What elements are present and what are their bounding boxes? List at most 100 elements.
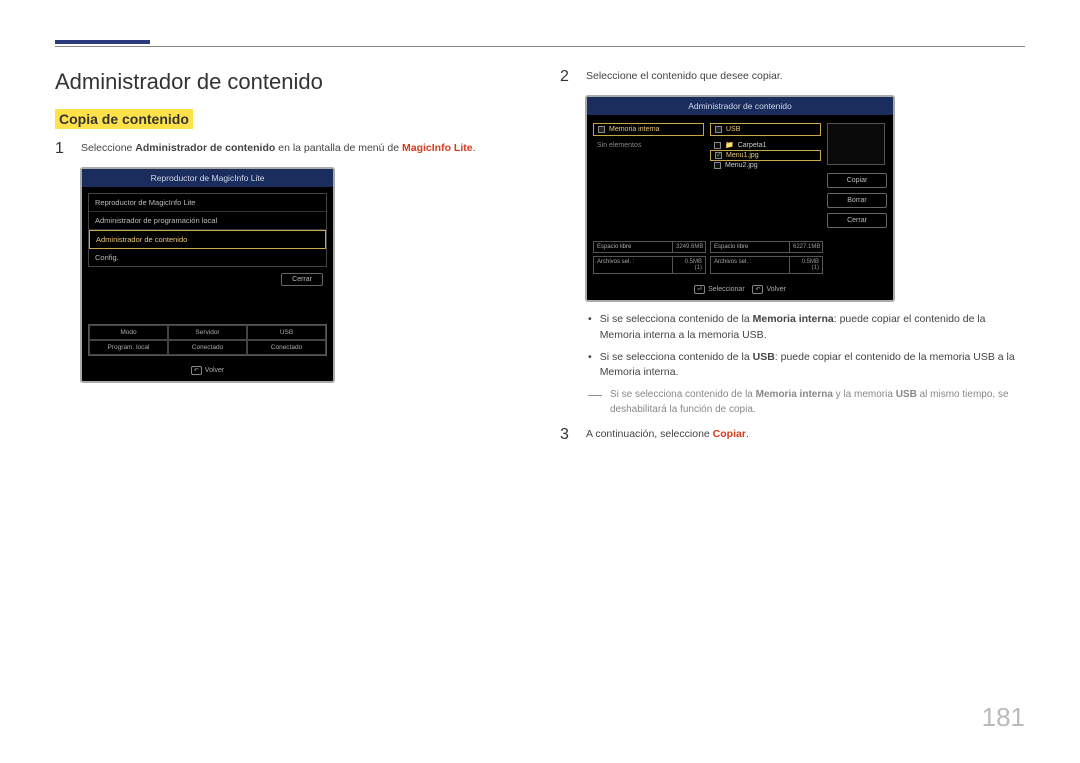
fs-label: Espacio libre <box>594 242 673 252</box>
b1-pre: Si se selecciona contenido de la <box>600 313 753 325</box>
ss1-status-value: Conectado <box>247 340 326 355</box>
ss1-titlebar: Reproductor de MagicInfo Lite <box>82 169 333 187</box>
ss2-file-row-selected[interactable]: Menu1.jpg <box>710 150 821 161</box>
ss1-close-button[interactable]: Cerrar <box>281 273 323 286</box>
ss1-status-header: Modo <box>89 325 168 340</box>
delete-button[interactable]: Borrar <box>827 193 887 208</box>
screenshot-content-manager: Administrador de contenido Memoria inter… <box>585 95 895 302</box>
step-1-end: . <box>473 142 476 154</box>
ss2-file-name: Menu1.jpg <box>726 152 759 159</box>
b1-mid2: a la memoria <box>676 329 743 341</box>
bullet-dot-icon: • <box>588 312 592 344</box>
enter-icon: ⏎ <box>694 285 705 294</box>
step-3-text: A continuación, seleccione Copiar. <box>586 427 749 443</box>
ss1-status-value: Program. local <box>89 340 168 355</box>
header-accent-bar <box>55 40 150 44</box>
ss1-menu-item[interactable]: Reproductor de MagicInfo Lite <box>89 194 326 212</box>
b2-end: . <box>676 366 679 378</box>
bullet-1: • Si se selecciona contenido de la Memor… <box>588 312 1025 344</box>
fs-label: Archivos sel. : <box>594 257 673 273</box>
step-1-pre: Seleccione <box>81 142 135 154</box>
step-1-red: MagicInfo Lite <box>402 142 473 154</box>
step-2-number: 2 <box>560 69 572 85</box>
step-2-text: Seleccione el contenido que desee copiar… <box>586 69 783 85</box>
ss2-selected-right: Archivos sel. :0.5MB (1) <box>710 256 823 274</box>
b2-pre: Si se selecciona contenido de la <box>600 351 753 363</box>
ss1-menu-list: Reproductor de MagicInfo Lite Administra… <box>88 193 327 267</box>
b1-red2: USB <box>742 329 764 341</box>
note-pre: Si se selecciona contenido de la <box>610 389 756 400</box>
b2-mid1: : puede copiar el contenido de la memori… <box>775 351 973 363</box>
page-title: Administrador de contenido <box>55 69 520 95</box>
note-b1: Memoria interna <box>756 389 833 400</box>
ss1-footer-label: Volver <box>205 367 224 374</box>
b2-red2: Memoria interna <box>600 366 676 378</box>
b2-red1: USB <box>973 351 995 363</box>
ss2-titlebar: Administrador de contenido <box>587 97 893 115</box>
note-mid1: y la memoria <box>833 389 896 400</box>
b2-mid2: a la <box>995 351 1015 363</box>
ss2-side-panel: Copiar Borrar Cerrar <box>827 123 887 233</box>
dash-icon: ― <box>588 387 602 417</box>
ss2-selected-left: Archivos sel. :0.5MB (1) <box>593 256 706 274</box>
ss2-left-panel-title[interactable]: Memoria interna <box>593 123 704 136</box>
b1-red1: Memoria interna <box>600 329 676 341</box>
ss2-freespace-right: Espacio libre6227.1MB <box>710 241 823 253</box>
ss2-right-panel-label: USB <box>726 126 740 133</box>
fs-value: 0.5MB (1) <box>673 257 705 273</box>
step-1-mid: en la pantalla de menú de <box>275 142 402 154</box>
bullet-dot-icon: • <box>588 350 592 382</box>
ss2-file-name: Menu2.jpg <box>725 162 758 169</box>
ss2-right-panel-title[interactable]: USB <box>710 123 821 136</box>
ss1-menu-item-selected[interactable]: Administrador de contenido <box>89 230 326 249</box>
note-disabled-copy: ― Si se selecciona contenido de la Memor… <box>588 387 1025 417</box>
close-button[interactable]: Cerrar <box>827 213 887 228</box>
step-1: 1 Seleccione Administrador de contenido … <box>55 141 520 157</box>
screenshot-player-menu: Reproductor de MagicInfo Lite Reproducto… <box>80 167 335 383</box>
ss2-left-panel: Memoria interna Sin elementos <box>593 123 704 233</box>
ss2-freespace-left: Espacio libre3249.6MB <box>593 241 706 253</box>
ss2-right-panel: USB 📁 Carpeta1 Menu1.jpg <box>710 123 821 233</box>
step-1-bold: Administrador de contenido <box>135 142 275 154</box>
fs-value: 6227.1MB <box>790 242 822 252</box>
checkbox-icon[interactable] <box>714 162 721 169</box>
fs-label: Archivos sel. : <box>711 257 790 273</box>
checkbox-icon[interactable] <box>598 126 605 133</box>
b1-bold: Memoria interna <box>753 313 834 325</box>
copy-button[interactable]: Copiar <box>827 173 887 188</box>
page-number: 181 <box>982 702 1025 733</box>
ss1-menu-item[interactable]: Config. <box>89 249 326 266</box>
ss1-status-value: Conectado <box>168 340 247 355</box>
header-divider <box>55 46 1025 47</box>
step-3-pre: A continuación, seleccione <box>586 428 713 440</box>
checkbox-checked-icon[interactable] <box>715 152 722 159</box>
ss1-status-header: Servidor <box>168 325 247 340</box>
ss2-left-empty: Sin elementos <box>593 140 704 151</box>
note-b2: USB <box>896 389 917 400</box>
ss2-thumbnail <box>827 123 885 165</box>
step-1-number: 1 <box>55 141 67 157</box>
ss2-footer-return: Volver <box>766 286 785 293</box>
ss1-footer: ↶Volver <box>82 362 333 381</box>
bullet-2: • Si se selecciona contenido de la USB: … <box>588 350 1025 382</box>
step-2: 2 Seleccione el contenido que desee copi… <box>560 69 1025 85</box>
ss2-footer-select: Seleccionar <box>708 286 745 293</box>
folder-icon: 📁 <box>725 141 734 149</box>
ss1-status-header: USB <box>247 325 326 340</box>
step-3: 3 A continuación, seleccione Copiar. <box>560 427 1025 443</box>
b1-end: . <box>764 329 767 341</box>
ss1-menu-item[interactable]: Administrador de programación local <box>89 212 326 230</box>
ss2-footer: ⏎Seleccionar ↶Volver <box>587 281 893 300</box>
section-title: Copia de contenido <box>55 109 193 129</box>
b1-mid1: : puede copiar el contenido de la <box>834 313 986 325</box>
step-1-text: Seleccione Administrador de contenido en… <box>81 141 476 157</box>
checkbox-icon[interactable] <box>714 142 721 149</box>
return-icon: ↶ <box>191 366 202 375</box>
ss2-file-row[interactable]: 📁 Carpeta1 <box>710 140 821 150</box>
step-3-end: . <box>746 428 749 440</box>
ss2-file-row[interactable]: Menu2.jpg <box>710 161 821 170</box>
step-3-red: Copiar <box>713 428 746 440</box>
return-icon: ↶ <box>752 285 763 294</box>
ss2-left-panel-label: Memoria interna <box>609 126 660 133</box>
checkbox-icon[interactable] <box>715 126 722 133</box>
